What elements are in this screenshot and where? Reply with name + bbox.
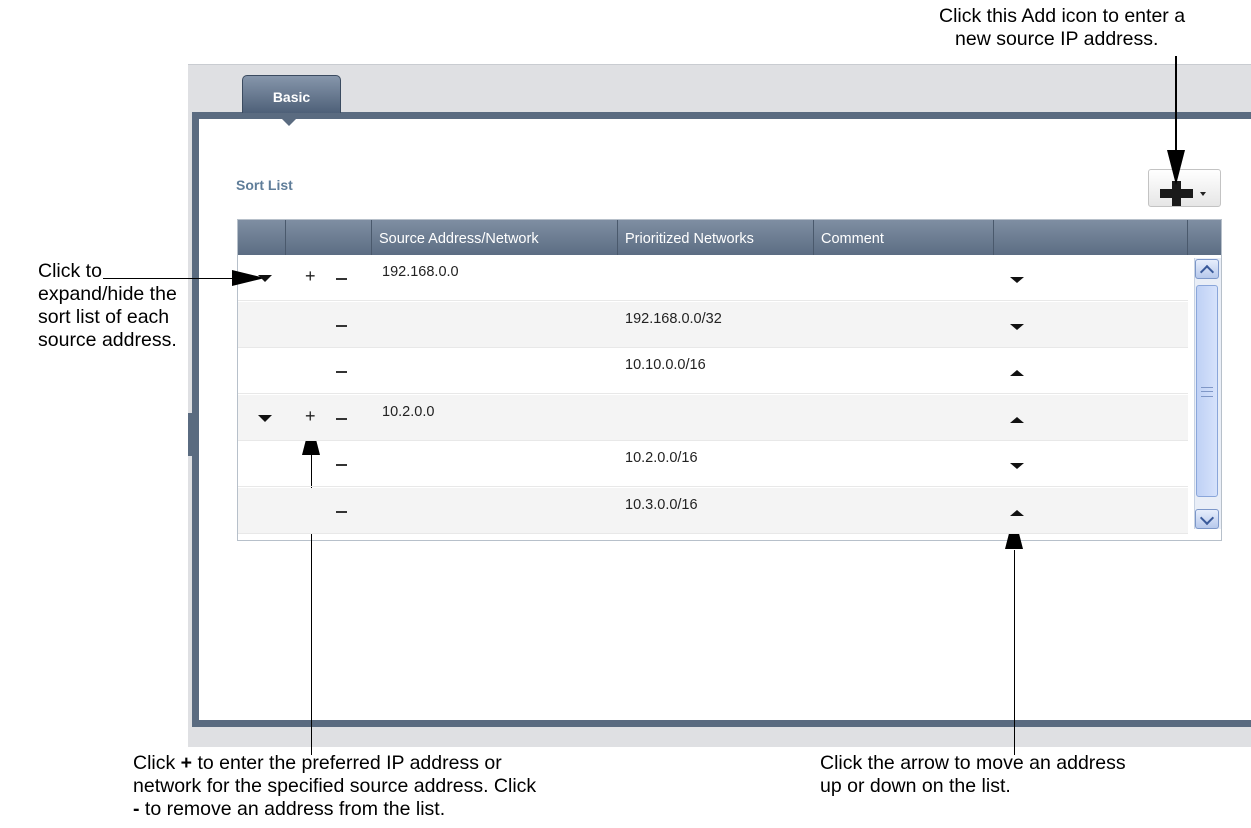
- column-header-expander: [238, 220, 285, 255]
- chevron-down-icon[interactable]: [1200, 192, 1206, 196]
- source-address-cell: 192.168.0.0: [382, 264, 459, 280]
- column-header-comment[interactable]: Comment: [813, 220, 993, 255]
- table-row[interactable]: [238, 441, 1188, 487]
- column-header-order: [993, 220, 1187, 255]
- table-row[interactable]: [238, 348, 1188, 394]
- expand-leader-line: [103, 278, 233, 279]
- remove-button[interactable]: [336, 371, 347, 373]
- plus-callout-suffix: to enter the preferred IP address or: [192, 752, 502, 774]
- tab-basic[interactable]: Basic: [242, 75, 341, 113]
- remove-button[interactable]: [336, 464, 347, 466]
- move-down-arrow-icon[interactable]: [1010, 277, 1024, 283]
- section-title: Sort List: [236, 177, 293, 193]
- plus-callout-line2: network for the specified source address…: [133, 775, 537, 797]
- expand-callout: Click to expand/hide the sort list of ea…: [38, 260, 177, 352]
- remove-button[interactable]: [336, 511, 347, 513]
- column-header-actions: [285, 220, 371, 255]
- prioritized-network-cell: 10.2.0.0/16: [625, 450, 698, 466]
- grip-icon: [1201, 387, 1213, 397]
- column-header-networks[interactable]: Prioritized Networks: [617, 220, 813, 255]
- prioritized-network-cell: 10.10.0.0/16: [625, 357, 706, 373]
- move-up-arrow-icon[interactable]: [1010, 510, 1024, 516]
- add-icon-arrowhead-icon: [1167, 150, 1185, 185]
- plus-icon-bar: [1160, 189, 1193, 198]
- column-header-source[interactable]: Source Address/Network: [371, 220, 617, 255]
- arrow-callout: Click the arrow to move an address up or…: [820, 752, 1126, 798]
- add-icon-callout-line2: new source IP address.: [955, 28, 1159, 50]
- move-up-arrow-icon[interactable]: [1010, 417, 1024, 423]
- expand-callout-line2: expand/hide the: [38, 283, 177, 305]
- scroll-up-button[interactable]: [1195, 259, 1219, 280]
- arrow-leader-line: [1014, 550, 1015, 755]
- expand-toggle-icon[interactable]: [258, 275, 272, 282]
- prioritized-network-cell: 10.3.0.0/16: [625, 497, 698, 513]
- plus-callout-line1: Click + to enter the preferred IP addres…: [133, 752, 536, 775]
- chevron-up-icon: [1199, 264, 1215, 280]
- expand-callout-line4: source address.: [38, 329, 177, 351]
- chevron-down-icon: [1199, 510, 1215, 526]
- minus-callout-suffix: to remove an address from the list.: [139, 798, 446, 820]
- arrow-callout-line1: Click the arrow to move an address: [820, 752, 1126, 774]
- plus-callout-line3: - to remove an address from the list.: [133, 798, 536, 821]
- plus-callout-symbol: +: [180, 752, 193, 774]
- remove-button[interactable]: [336, 325, 347, 327]
- table-row[interactable]: [238, 488, 1188, 534]
- move-up-arrow-icon[interactable]: [1010, 370, 1024, 376]
- move-down-arrow-icon[interactable]: [1010, 324, 1024, 330]
- tab-pointer-icon: [281, 118, 297, 126]
- remove-button[interactable]: [336, 278, 347, 280]
- table-row[interactable]: [238, 255, 1188, 301]
- plus-callout-prefix: Click: [133, 752, 181, 774]
- column-header-spacer: [1187, 220, 1221, 255]
- remove-button[interactable]: [336, 418, 347, 420]
- add-icon-leader-line: [1175, 56, 1177, 154]
- expand-toggle-icon[interactable]: [258, 415, 272, 422]
- add-network-button[interactable]: +: [305, 406, 316, 427]
- source-address-cell: 10.2.0.0: [382, 404, 435, 420]
- panel-edge-marker: [188, 413, 192, 456]
- add-network-button[interactable]: +: [305, 266, 316, 287]
- move-down-arrow-icon[interactable]: [1010, 463, 1024, 469]
- expand-callout-line3: sort list of each: [38, 306, 170, 328]
- table-row[interactable]: [238, 395, 1188, 441]
- expand-callout-line1: Click to: [38, 260, 102, 282]
- prioritized-network-cell: 192.168.0.0/32: [625, 311, 722, 327]
- add-icon-callout: Click this Add icon to enter a new sourc…: [939, 5, 1185, 51]
- add-icon-callout-line1: Click this Add icon to enter a: [939, 5, 1186, 27]
- plus-callout: Click + to enter the preferred IP addres…: [133, 752, 536, 821]
- arrow-callout-line2: up or down on the list.: [820, 775, 1011, 797]
- scroll-down-button[interactable]: [1195, 509, 1219, 529]
